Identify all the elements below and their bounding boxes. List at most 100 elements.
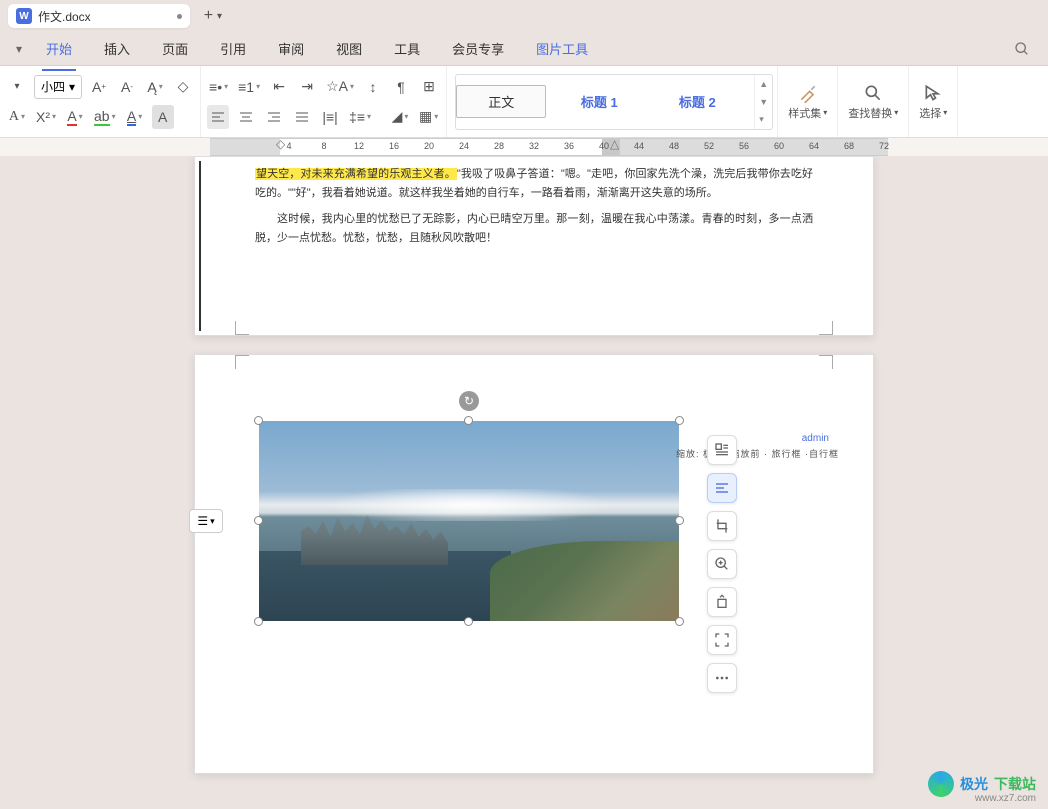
document-area[interactable]: 望天空，对未来充满希望的乐观主义者。"我吸了吸鼻子答道："嗯。"走吧，你回家先洗… — [0, 156, 1048, 809]
underline-color-icon[interactable]: A▾ — [124, 105, 146, 129]
border-all-icon[interactable]: ⊞ — [418, 75, 440, 99]
menu-picture-tools[interactable]: 图片工具 — [520, 33, 604, 64]
style-normal[interactable]: 正文 — [456, 85, 546, 118]
find-replace-button[interactable]: 查找替换▾ — [838, 66, 909, 137]
font-style-icon[interactable]: A▾ — [6, 105, 28, 129]
styles-group: 正文 标题 1 标题 2 ▲▼▾ — [447, 66, 778, 137]
chevron-down-icon: ▾ — [217, 11, 222, 22]
menu-page[interactable]: 页面 — [146, 33, 204, 64]
fullscreen-icon[interactable] — [707, 625, 737, 655]
change-case-icon[interactable]: Ą▾ — [144, 75, 166, 99]
superscript-icon[interactable]: X²▾ — [34, 105, 58, 129]
resize-handle-se[interactable] — [675, 617, 684, 626]
watermark-text2: 下载站 — [994, 774, 1036, 794]
ruler-tick: 72 — [875, 141, 893, 151]
number-list-icon[interactable]: ≡1▾ — [236, 75, 262, 99]
titlebar: W 作文.docx + ▾ — [0, 0, 1048, 32]
shading-icon[interactable]: ◢▾ — [389, 105, 411, 129]
resize-handle-sw[interactable] — [254, 617, 263, 626]
paragraph-1[interactable]: 望天空，对未来充满希望的乐观主义者。"我吸了吸鼻子答道："嗯。"走吧，你回家先洗… — [255, 165, 813, 202]
wrap-options-button[interactable]: ☰ ▾ — [189, 509, 223, 533]
paragraph-2[interactable]: 这时候，我内心里的忧愁已了无踪影，内心已晴空万里。那一刻，温暖在我心中荡漾。青春… — [255, 210, 813, 247]
ruler-tick: 56 — [735, 141, 753, 151]
page-2: ↻ admin 缩放: 极架 ·缩放前 · 旅行框 ·自行框 ☰ ▾ — [194, 354, 874, 774]
more-icon[interactable] — [707, 663, 737, 693]
resize-handle-n[interactable] — [464, 416, 473, 425]
distribute-icon[interactable]: |≡| — [319, 105, 341, 129]
resize-handle-ne[interactable] — [675, 416, 684, 425]
ruler-wrap: ◇ 4812162024283236404448525660646872 △ — [0, 138, 1048, 156]
picture-floating-toolbar — [707, 435, 737, 693]
borders-icon[interactable]: ▦▾ — [417, 105, 440, 129]
ruler-tick: 32 — [525, 141, 543, 151]
ruler-tick: 16 — [385, 141, 403, 151]
comment-ruler-text: 缩放: 极架 ·缩放前 · 旅行框 ·自行框 — [676, 447, 839, 460]
filename: 作文.docx — [38, 8, 91, 25]
style-gallery[interactable]: 正文 标题 1 标题 2 ▲▼▾ — [455, 74, 773, 130]
wrap-text-icon[interactable] — [707, 435, 737, 465]
align-icon[interactable] — [707, 473, 737, 503]
line-spacing-icon[interactable]: ‡≡▾ — [347, 105, 373, 129]
paragraph-group: ≡•▾ ≡1▾ ⇤ ⇥ ☆A▾ ↕ ¶ ⊞ |≡| ‡≡▾ ◢▾ ▦▾ — [201, 66, 447, 137]
increase-font-icon[interactable]: A+ — [88, 75, 110, 99]
font-group: ▾ 小四▾ A+ A- Ą▾ ◇ A▾ X²▾ A▾ ab▾ A▾ A — [0, 66, 201, 137]
styleset-button[interactable]: 样式集▾ — [778, 66, 838, 137]
zoom-icon[interactable] — [707, 549, 737, 579]
menu-tools[interactable]: 工具 — [378, 33, 436, 64]
crop-icon[interactable] — [707, 511, 737, 541]
ruler-tick: 48 — [665, 141, 683, 151]
document-tab[interactable]: W 作文.docx — [8, 4, 190, 28]
menu-review[interactable]: 审阅 — [262, 33, 320, 64]
modified-dot-icon — [177, 14, 182, 19]
resize-handle-w[interactable] — [254, 516, 263, 525]
resize-handle-s[interactable] — [464, 617, 473, 626]
text-direction-icon[interactable]: ☆A▾ — [324, 75, 356, 99]
select-button[interactable]: 选择▾ — [909, 66, 958, 137]
align-justify-icon[interactable] — [291, 105, 313, 129]
rotate-handle-icon[interactable]: ↻ — [459, 391, 479, 411]
menu-view[interactable]: 视图 — [320, 33, 378, 64]
increase-indent-icon[interactable]: ⇥ — [296, 75, 318, 99]
align-center-icon[interactable] — [235, 105, 257, 129]
pilcrow-icon[interactable]: ¶ — [390, 75, 412, 99]
ruler-tick: 64 — [805, 141, 823, 151]
ruler-tick: 68 — [840, 141, 858, 151]
sort-icon[interactable]: ↕ — [362, 75, 384, 99]
ruler-tick: 12 — [350, 141, 368, 151]
style-heading2[interactable]: 标题 2 — [652, 92, 742, 111]
font-size-select[interactable]: 小四▾ — [34, 75, 82, 99]
ruler-tick: 44 — [630, 141, 648, 151]
font-family-dropdown[interactable]: ▾ — [6, 75, 28, 99]
new-tab-button[interactable]: + ▾ — [204, 7, 222, 25]
ruler-tick: 28 — [490, 141, 508, 151]
align-left-icon[interactable] — [207, 105, 229, 129]
char-shading-icon[interactable]: A — [152, 105, 174, 129]
watermark-text1: 极光 — [960, 774, 988, 794]
clear-format-icon[interactable]: ◇ — [172, 75, 194, 99]
bullet-list-icon[interactable]: ≡•▾ — [207, 75, 230, 99]
style-scroll[interactable]: ▲▼▾ — [750, 75, 772, 129]
decrease-font-icon[interactable]: A- — [116, 75, 138, 99]
menubar: ▾ 开始 插入 页面 引用 审阅 视图 工具 会员专享 图片工具 — [0, 32, 1048, 66]
search-icon[interactable] — [1004, 35, 1040, 63]
menu-member[interactable]: 会员专享 — [436, 33, 520, 64]
style-heading1[interactable]: 标题 1 — [554, 92, 644, 111]
rotate-icon[interactable] — [707, 587, 737, 617]
ruler-tick: 24 — [455, 141, 473, 151]
resize-handle-e[interactable] — [675, 516, 684, 525]
align-right-icon[interactable] — [263, 105, 285, 129]
font-color-icon[interactable]: A▾ — [64, 105, 86, 129]
highlight-icon[interactable]: ab▾ — [92, 105, 118, 129]
watermark-url: www.xz7.com — [975, 793, 1036, 804]
menu-reference[interactable]: 引用 — [204, 33, 262, 64]
comment-author: admin — [802, 433, 829, 444]
decrease-indent-icon[interactable]: ⇤ — [268, 75, 290, 99]
indent-marker-right-icon[interactable]: △ — [610, 137, 619, 151]
selected-image[interactable]: ↻ admin 缩放: 极架 ·缩放前 · 旅行框 ·自行框 ☰ ▾ — [259, 421, 679, 621]
file-menu[interactable]: ▾ — [8, 36, 30, 62]
horizontal-ruler[interactable]: ◇ 4812162024283236404448525660646872 △ — [210, 138, 888, 156]
page-1: 望天空，对未来充满希望的乐观主义者。"我吸了吸鼻子答道："嗯。"走吧，你回家先洗… — [194, 156, 874, 336]
menu-start[interactable]: 开始 — [30, 33, 88, 64]
resize-handle-nw[interactable] — [254, 416, 263, 425]
menu-insert[interactable]: 插入 — [88, 33, 146, 64]
